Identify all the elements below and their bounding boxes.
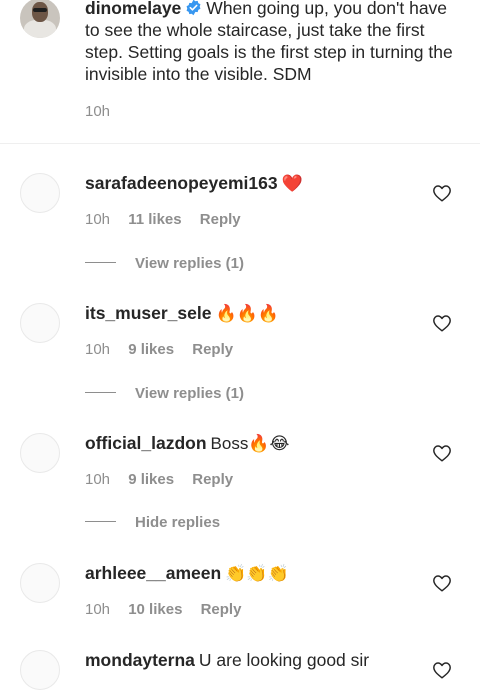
comment-time: 10h (85, 601, 111, 618)
comment-username[interactable]: official_lazdon (85, 433, 207, 453)
avatar[interactable] (20, 433, 60, 473)
comment-text: mondayterna U are looking good sir (85, 649, 369, 671)
comment-likes[interactable]: 9 likes (128, 471, 174, 488)
avatar[interactable] (20, 650, 60, 690)
avatar[interactable] (20, 563, 60, 603)
comment-text: official_lazdon Boss🔥😂 (85, 432, 289, 455)
heart-outline-icon[interactable] (432, 661, 452, 679)
comment-likes[interactable]: 10 likes (128, 601, 182, 618)
comment-body: U are looking good sir (198, 650, 370, 670)
heart-outline-icon[interactable] (432, 314, 452, 332)
avatar[interactable] (20, 0, 60, 38)
caption-time: 10h (85, 103, 111, 120)
avatar-face (32, 2, 48, 22)
reply-button[interactable]: Reply (192, 471, 233, 488)
reply-button[interactable]: Reply (200, 211, 241, 228)
avatar[interactable] (20, 173, 60, 213)
comment-username[interactable]: its_muser_sele (85, 303, 211, 323)
replies-divider (85, 392, 116, 393)
comment-body: Boss🔥😂 (210, 434, 290, 453)
comment-meta: 10h 11 likes Reply (85, 211, 255, 228)
heart-outline-icon[interactable] (432, 184, 452, 202)
comment-likes[interactable]: 11 likes (128, 211, 181, 228)
comment-meta: 10h 10 likes Reply (85, 601, 255, 618)
comment-meta: 10h 9 likes Reply (85, 341, 247, 358)
replies-label: Hide replies (135, 514, 221, 531)
replies-label: View replies (1) (135, 255, 244, 272)
post-caption: dinomelaye When going up, you don't have… (0, 0, 480, 144)
reply-button[interactable]: Reply (201, 601, 242, 618)
comment-body: 🔥🔥🔥 (215, 304, 279, 323)
comment-time: 10h (85, 341, 111, 358)
comment-username[interactable]: mondayterna (85, 650, 195, 670)
comment-username[interactable]: arhleee__ameen (85, 563, 221, 583)
verified-badge-icon (186, 0, 201, 16)
caption-username[interactable]: dinomelaye (85, 0, 181, 18)
replies-divider (85, 521, 116, 522)
comment-text: its_muser_sele 🔥🔥🔥 (85, 302, 279, 325)
comment-username[interactable]: sarafadeenopeyemi163 (85, 173, 278, 193)
heart-outline-icon[interactable] (432, 574, 452, 592)
view-replies-button[interactable]: View replies (1) (85, 385, 244, 402)
avatar-glasses (33, 8, 47, 12)
heart-outline-icon[interactable] (432, 444, 452, 462)
view-replies-button[interactable]: View replies (1) (85, 255, 244, 272)
comment-body: 👏👏👏 (225, 564, 289, 583)
replies-divider (85, 262, 116, 263)
hide-replies-button[interactable]: Hide replies (85, 514, 220, 531)
comment-meta: 10h 9 likes Reply (85, 471, 247, 488)
reply-button[interactable]: Reply (192, 341, 233, 358)
comment-text: arhleee__ameen 👏👏👏 (85, 562, 289, 585)
comment-text: sarafadeenopeyemi163 ❤️ (85, 172, 303, 195)
replies-label: View replies (1) (135, 385, 244, 402)
comment-time: 10h (85, 471, 111, 488)
comment-body: ❤️ (281, 174, 303, 193)
avatar[interactable] (20, 303, 60, 343)
comment-likes[interactable]: 9 likes (128, 341, 174, 358)
comment-time: 10h (85, 211, 111, 228)
avatar-shirt (24, 20, 56, 38)
caption-text-block: dinomelaye When going up, you don't have… (85, 0, 460, 85)
